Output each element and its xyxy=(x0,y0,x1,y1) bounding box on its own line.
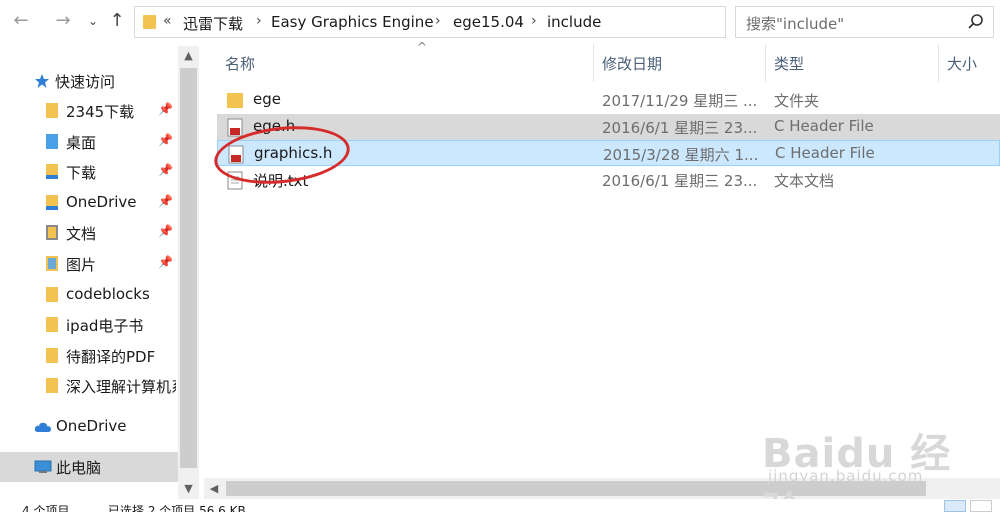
overflow-chevron[interactable]: « xyxy=(163,13,172,29)
sort-ascending-icon: ^ xyxy=(417,40,428,54)
pin-icon[interactable]: 📌 xyxy=(158,102,173,116)
file-row-ege[interactable]: ege 2017/11/29 星期三 ... 文件夹 xyxy=(217,87,1000,113)
breadcrumb-easy-graphics-engine[interactable]: Easy Graphics Engine xyxy=(271,13,434,31)
sidebar-item-documents[interactable]: 文档 📌 xyxy=(0,218,178,248)
folder-icon xyxy=(46,103,58,118)
sidebar-item-label: OneDrive xyxy=(66,193,137,211)
navigation-pane: 快速访问 2345下载 📌 桌面 📌 下载 📌 OneDrive 📌 文档 📌 … xyxy=(0,44,200,499)
folder-icon xyxy=(46,317,58,332)
pin-icon[interactable]: 📌 xyxy=(158,163,173,177)
sidebar-item-onedrive-pinned[interactable]: OneDrive 📌 xyxy=(0,188,178,218)
column-header-name[interactable]: 名称 ^ xyxy=(217,40,594,82)
sidebar-item-label: 图片 xyxy=(66,256,97,274)
folder-icon xyxy=(143,15,156,29)
column-header-label: 修改日期 xyxy=(602,55,663,73)
sidebar-item-pictures[interactable]: 图片 📌 xyxy=(0,249,178,279)
sidebar-item-label: 桌面 xyxy=(66,134,97,152)
details-view-icon[interactable] xyxy=(944,500,966,512)
breadcrumb-include[interactable]: include xyxy=(547,13,601,31)
status-bar: 4 个项目 已选择 2 个项目 56.6 KB xyxy=(0,499,1000,512)
file-date: 2017/11/29 星期三 ... xyxy=(602,92,758,110)
scroll-down-arrow-icon[interactable]: ▼ xyxy=(178,479,199,499)
file-type: C Header File xyxy=(775,144,875,162)
pin-icon[interactable]: 📌 xyxy=(158,194,173,208)
file-date: 2015/3/28 星期六 1... xyxy=(603,146,759,164)
scroll-left-arrow-icon[interactable]: ◀ xyxy=(204,478,224,499)
file-type: 文件夹 xyxy=(774,92,820,110)
sidebar-item-onedrive[interactable]: OneDrive xyxy=(0,412,178,442)
pin-icon[interactable]: 📌 xyxy=(158,255,173,269)
folder-icon xyxy=(46,348,58,363)
folder-icon xyxy=(46,287,58,302)
sidebar-scrollbar[interactable]: ▲ ▼ xyxy=(178,46,199,499)
column-header-date[interactable]: 修改日期 xyxy=(594,44,766,82)
breadcrumb-separator[interactable]: › xyxy=(435,13,441,29)
breadcrumb-ege1504[interactable]: ege15.04 xyxy=(453,13,524,31)
address-box[interactable]: « 迅雷下载 › Easy Graphics Engine › ege15.04… xyxy=(134,6,856,38)
sidebar-item-label: 此电脑 xyxy=(56,459,102,477)
large-icons-view-icon[interactable] xyxy=(970,500,992,512)
sidebar-item-codeblocks[interactable]: codeblocks xyxy=(0,280,178,310)
breadcrumb-separator[interactable]: › xyxy=(531,13,537,29)
folder-icon xyxy=(227,93,243,108)
file-type: 文本文档 xyxy=(774,172,835,190)
sidebar-quick-access[interactable]: 快速访问 xyxy=(0,66,178,96)
sidebar-item-2345download[interactable]: 2345下载 📌 xyxy=(0,96,178,126)
pictures-folder-icon xyxy=(46,256,58,271)
watermark-url: jingyan.baidu.com xyxy=(768,467,924,485)
scrollbar-thumb[interactable] xyxy=(180,68,197,468)
documents-folder-icon xyxy=(46,225,58,240)
onedrive-folder-icon xyxy=(46,195,58,210)
column-header-size[interactable]: 大小 xyxy=(939,44,1000,82)
file-date: 2016/6/1 星期三 23... xyxy=(602,119,758,137)
sidebar-item-label: 快速访问 xyxy=(55,73,116,91)
column-header-label: 名称 xyxy=(225,55,256,73)
breadcrumb-separator[interactable]: › xyxy=(256,13,262,29)
desktop-folder-icon xyxy=(46,134,58,149)
sidebar-item-desktop[interactable]: 桌面 📌 xyxy=(0,127,178,157)
sidebar-item-label: 2345下载 xyxy=(66,103,135,121)
sidebar-item-this-pc[interactable]: 此电脑 xyxy=(0,452,178,482)
sidebar-item-downloads[interactable]: 下载 📌 xyxy=(0,157,178,187)
star-icon xyxy=(35,74,49,88)
file-name: ege xyxy=(253,90,281,108)
item-count: 4 个项目 xyxy=(22,504,70,512)
sidebar-item-pdf-to-translate[interactable]: 待翻译的PDF xyxy=(0,341,178,371)
address-bar-row: ← → ⌄ ↑ « 迅雷下载 › Easy Graphics Engine › … xyxy=(0,0,1000,44)
search-placeholder: 搜索"include" xyxy=(746,15,845,33)
pin-icon[interactable]: 📌 xyxy=(158,133,173,147)
folder-icon xyxy=(46,378,58,393)
selection-info: 已选择 2 个项目 56.6 KB xyxy=(108,504,246,512)
file-date: 2016/6/1 星期三 23... xyxy=(602,172,758,190)
computer-icon xyxy=(34,460,52,473)
download-folder-icon xyxy=(46,164,58,179)
up-arrow-icon[interactable]: ↑ xyxy=(106,9,128,33)
sidebar-item-csapp[interactable]: 深入理解计算机系 xyxy=(0,371,178,401)
pin-icon[interactable]: 📌 xyxy=(158,224,173,238)
sidebar-item-label: 下载 xyxy=(66,164,97,182)
column-header-label: 类型 xyxy=(774,55,805,73)
sidebar-item-label: codeblocks xyxy=(66,285,150,303)
column-header-type[interactable]: 类型 xyxy=(766,44,939,82)
sidebar-item-label: 文档 xyxy=(66,225,97,243)
sidebar-item-ipad-ebooks[interactable]: ipad电子书 xyxy=(0,310,178,340)
breadcrumb-xunlei[interactable]: 迅雷下载 xyxy=(183,13,243,34)
search-input[interactable]: 搜索"include" xyxy=(735,6,994,38)
column-header-label: 大小 xyxy=(947,55,978,73)
sidebar-item-label: 待翻译的PDF xyxy=(66,348,156,366)
baidu-jingyan-watermark: Baidu 经验 jingyan.baidu.com xyxy=(762,405,962,512)
sidebar-item-label: OneDrive xyxy=(56,417,127,435)
forward-arrow-icon[interactable]: → xyxy=(52,9,74,33)
header-file-icon xyxy=(227,118,243,137)
search-icon[interactable] xyxy=(967,13,985,31)
file-row-readme-txt[interactable]: 说明.txt 2016/6/1 星期三 23... 文本文档 xyxy=(217,167,1000,193)
recent-locations-chevron-icon[interactable]: ⌄ xyxy=(82,9,104,33)
back-arrow-icon[interactable]: ← xyxy=(10,9,32,33)
sidebar-item-label: ipad电子书 xyxy=(66,317,144,335)
cloud-icon xyxy=(34,422,51,432)
sidebar-item-label: 深入理解计算机系 xyxy=(66,378,176,396)
file-type: C Header File xyxy=(774,117,874,135)
scroll-up-arrow-icon[interactable]: ▲ xyxy=(178,46,199,66)
